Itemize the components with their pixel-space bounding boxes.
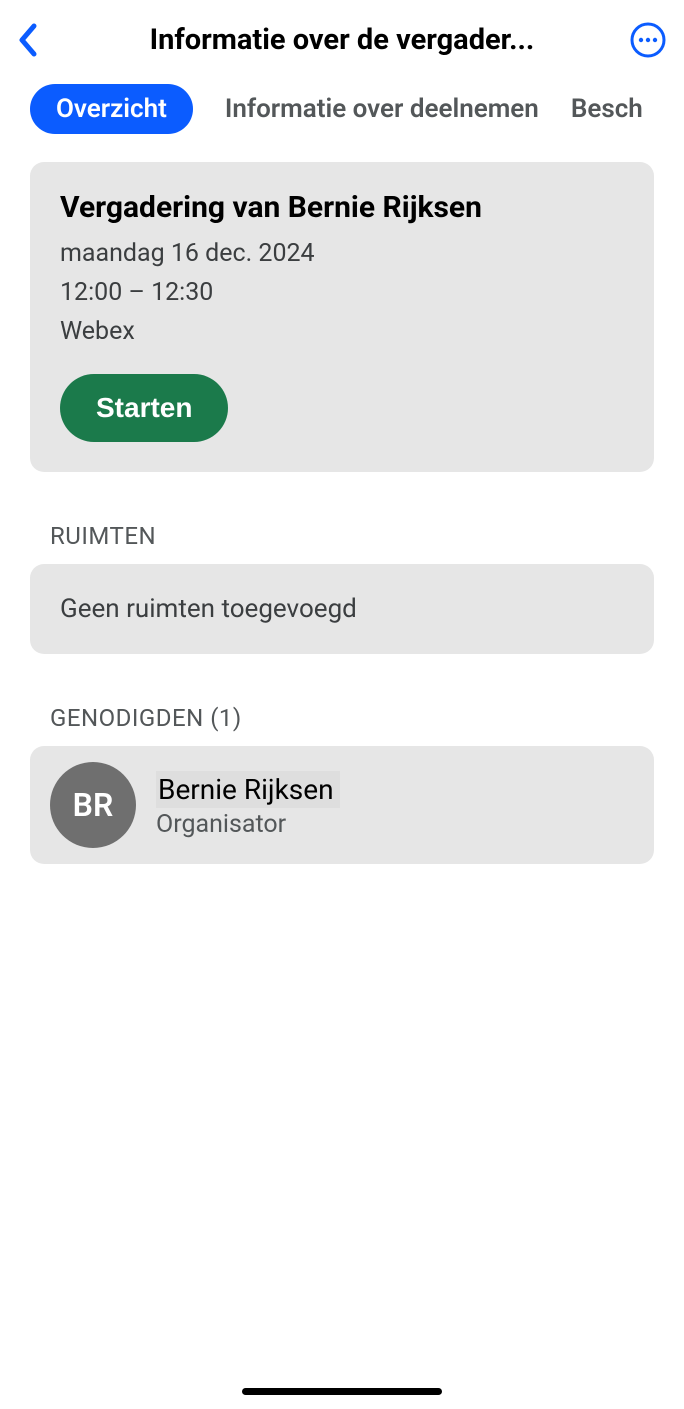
meeting-title: Vergadering van Bernie Rijksen — [60, 190, 624, 225]
rooms-empty-text: Geen ruimten toegevoegd — [60, 594, 624, 624]
rooms-card: Geen ruimten toegevoegd — [30, 564, 654, 654]
invitee-row[interactable]: BR Bernie Rijksen Organisator — [30, 746, 654, 864]
invitee-role: Organisator — [156, 810, 634, 839]
more-options-button[interactable] — [628, 20, 668, 60]
meeting-summary-card: Vergadering van Bernie Rijksen maandag 1… — [30, 162, 654, 472]
tabs: Overzicht Informatie over deelnemen Besc… — [0, 84, 684, 162]
avatar: BR — [50, 762, 136, 848]
start-meeting-button[interactable]: Starten — [60, 374, 228, 442]
ellipsis-circle-icon — [629, 21, 667, 59]
back-button[interactable] — [16, 20, 56, 60]
rooms-section-label: RUIMTEN — [0, 522, 684, 564]
chevron-left-icon — [16, 22, 38, 58]
app-header: Informatie over de vergader... — [0, 0, 684, 84]
tab-description[interactable]: Besch — [571, 84, 643, 134]
invitee-info: Bernie Rijksen Organisator — [156, 771, 634, 839]
invitee-name: Bernie Rijksen — [156, 771, 340, 808]
page-title: Informatie over de vergader... — [56, 23, 628, 57]
tab-join-info[interactable]: Informatie over deelnemen — [225, 84, 539, 134]
tab-overview[interactable]: Overzicht — [30, 84, 193, 134]
invitees-section-label: GENODIGDEN (1) — [0, 704, 684, 746]
meeting-platform: Webex — [60, 317, 624, 346]
home-indicator — [242, 1388, 442, 1395]
meeting-date: maandag 16 dec. 2024 — [60, 239, 624, 268]
meeting-time: 12:00 – 12:30 — [60, 278, 624, 307]
